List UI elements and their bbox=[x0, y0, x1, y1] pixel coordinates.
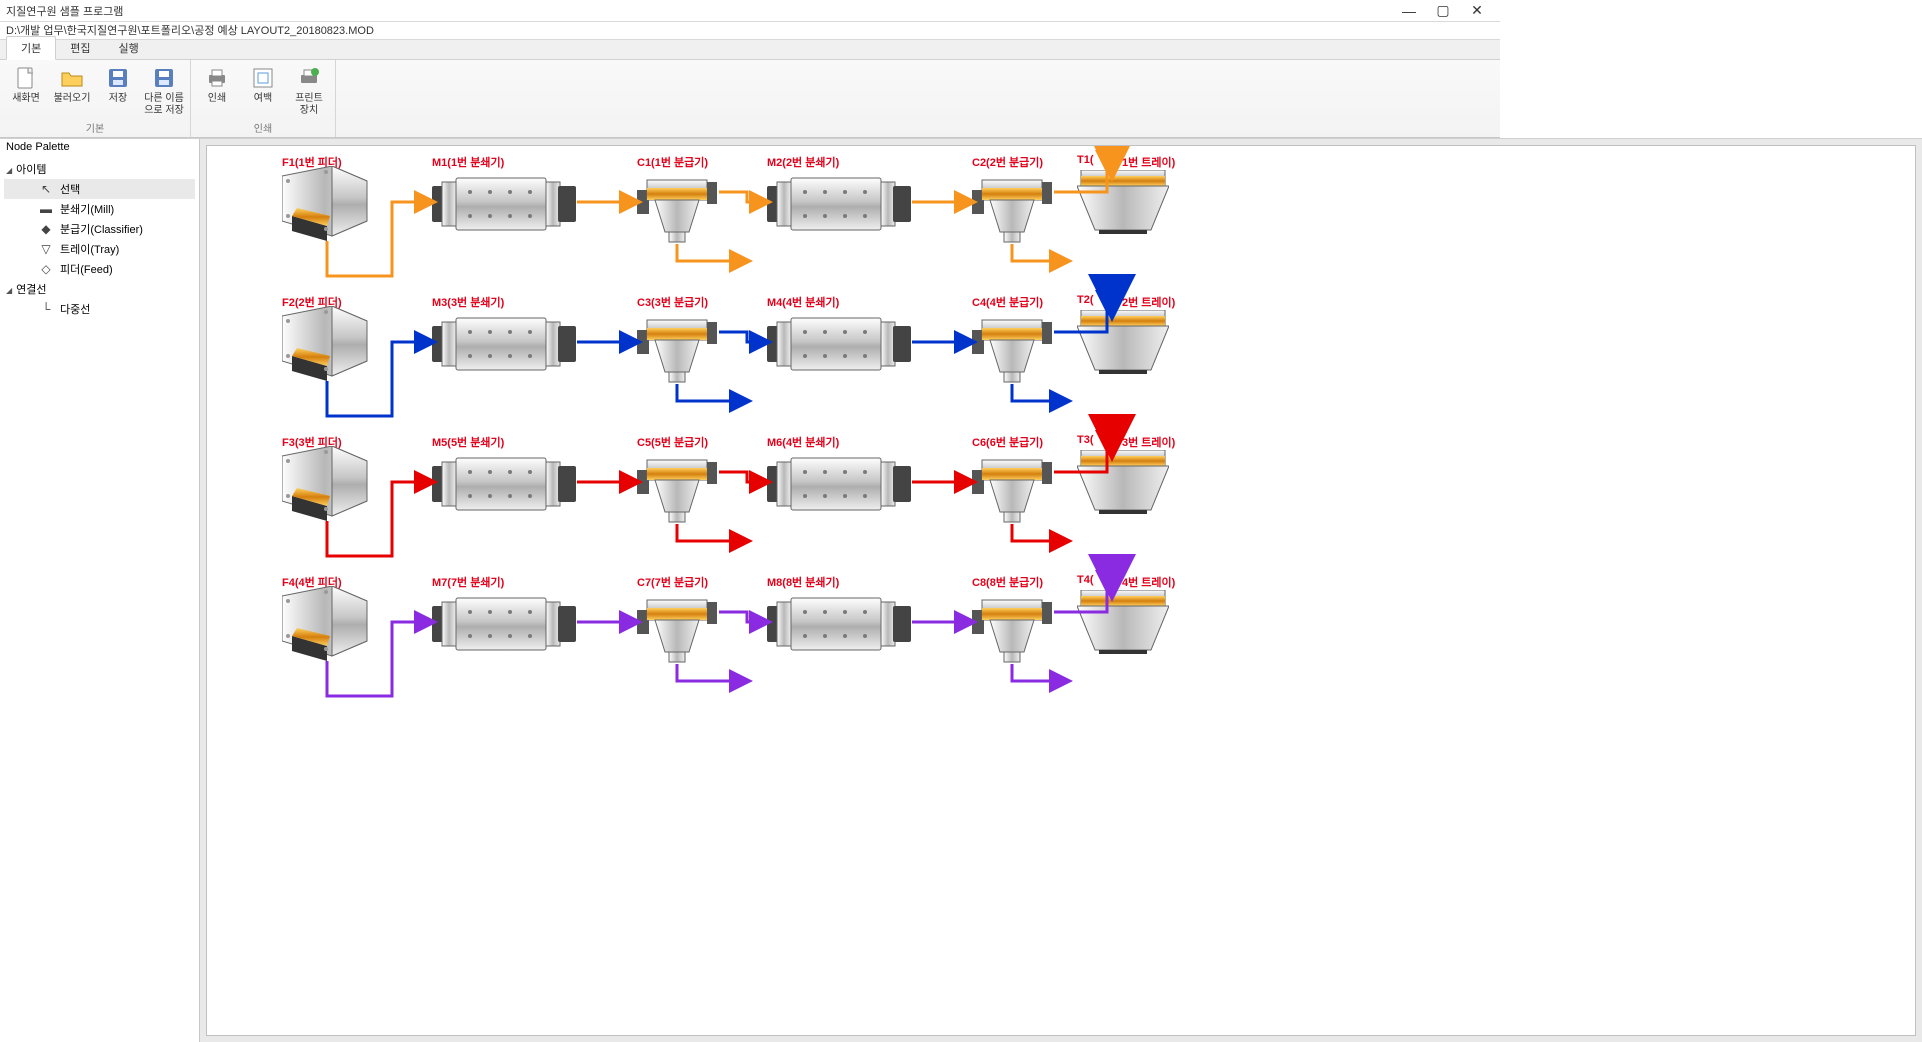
node-palette: Node Palette 아이템 ↖선택 ▬분쇄기(Mill) ◆분급기(Cla… bbox=[0, 139, 200, 1042]
palette-title: Node Palette bbox=[0, 139, 199, 157]
window-title: 지질연구원 샘플 프로그램 bbox=[6, 3, 1392, 19]
print-icon bbox=[204, 65, 230, 91]
ribbon-btn-new[interactable]: 새화면 bbox=[4, 63, 48, 120]
margin-icon bbox=[250, 65, 276, 91]
polyline-icon: └ bbox=[38, 301, 54, 317]
ribbon-group-print: 인쇄 여백 프린트 장치 인쇄 bbox=[191, 60, 336, 137]
window-titlebar: 지질연구원 샘플 프로그램 — ▢ ✕ bbox=[0, 0, 1500, 22]
mill-icon: ▬ bbox=[38, 201, 54, 217]
ribbon-tab-basic[interactable]: 기본 bbox=[6, 36, 56, 60]
diagram-canvas[interactable]: F1(1번 피더)M1(1번 분쇄기)C1(1번 분급기)M2(2번 분쇄기)C… bbox=[206, 145, 1916, 1036]
palette-item-classifier[interactable]: ◆분급기(Classifier) bbox=[4, 219, 195, 239]
ribbon-tab-run[interactable]: 실행 bbox=[105, 37, 153, 59]
feed-icon: ◇ bbox=[38, 261, 54, 277]
cursor-icon: ↖ bbox=[38, 181, 54, 197]
folder-icon bbox=[59, 65, 85, 91]
ribbon-btn-print[interactable]: 인쇄 bbox=[195, 63, 239, 120]
ribbon-tabs: 기본 편집 실행 bbox=[0, 40, 1500, 60]
document-path: D:\개발 업무\한국지질연구원\포트폴리오\공정 예상 LAYOUT2_201… bbox=[0, 22, 1500, 40]
ribbon: 새화면 불러오기 저장 다른 이름 으로 저장 기본 인쇄 bbox=[0, 60, 1500, 138]
palette-item-select[interactable]: ↖선택 bbox=[4, 179, 195, 199]
window-close-button[interactable]: ✕ bbox=[1460, 2, 1494, 19]
diagram-connector bbox=[207, 146, 1427, 806]
save-as-icon bbox=[151, 65, 177, 91]
palette-item-polyline[interactable]: └다중선 bbox=[4, 299, 195, 319]
tray-icon: ▽ bbox=[38, 241, 54, 257]
ribbon-group-basic: 새화면 불러오기 저장 다른 이름 으로 저장 기본 bbox=[0, 60, 191, 137]
palette-group-connectors[interactable]: 연결선 bbox=[4, 279, 195, 299]
ribbon-btn-open[interactable]: 불러오기 bbox=[50, 63, 94, 120]
ribbon-btn-margin[interactable]: 여백 bbox=[241, 63, 285, 120]
ribbon-btn-saveas[interactable]: 다른 이름 으로 저장 bbox=[142, 63, 186, 120]
palette-group-items[interactable]: 아이템 bbox=[4, 159, 195, 179]
window-maximize-button[interactable]: ▢ bbox=[1426, 2, 1460, 19]
new-file-icon bbox=[13, 65, 39, 91]
ribbon-tab-edit[interactable]: 편집 bbox=[56, 37, 104, 59]
palette-item-tray[interactable]: ▽트레이(Tray) bbox=[4, 239, 195, 259]
window-minimize-button[interactable]: — bbox=[1392, 3, 1426, 19]
save-icon bbox=[105, 65, 131, 91]
classifier-icon: ◆ bbox=[38, 221, 54, 237]
ribbon-btn-printer[interactable]: 프린트 장치 bbox=[287, 63, 331, 120]
printer-settings-icon bbox=[296, 65, 322, 91]
palette-item-mill[interactable]: ▬분쇄기(Mill) bbox=[4, 199, 195, 219]
palette-item-feed[interactable]: ◇피더(Feed) bbox=[4, 259, 195, 279]
ribbon-btn-save[interactable]: 저장 bbox=[96, 63, 140, 120]
